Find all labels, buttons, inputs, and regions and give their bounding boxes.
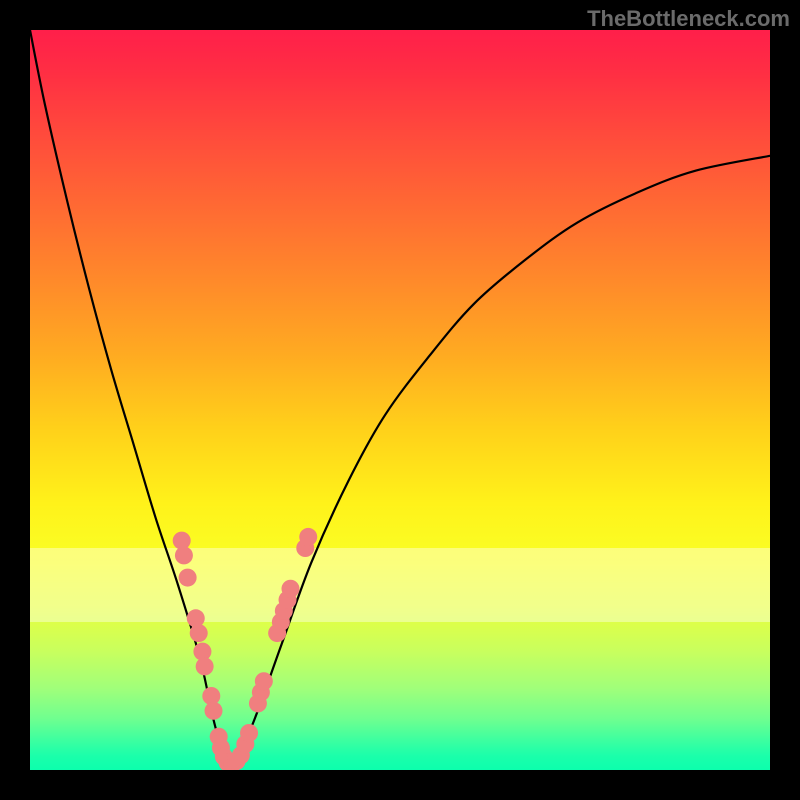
- data-marker: [255, 672, 273, 690]
- data-marker: [179, 569, 197, 587]
- data-marker: [240, 724, 258, 742]
- data-marker: [190, 624, 208, 642]
- data-markers: [173, 528, 318, 770]
- bottleneck-curve: [30, 30, 770, 770]
- chart-frame: TheBottleneck.com: [0, 0, 800, 800]
- data-marker: [205, 702, 223, 720]
- data-marker: [299, 528, 317, 546]
- chart-svg: [30, 30, 770, 770]
- data-marker: [281, 580, 299, 598]
- data-marker: [187, 609, 205, 627]
- plot-area: [30, 30, 770, 770]
- data-marker: [196, 657, 214, 675]
- watermark-text: TheBottleneck.com: [587, 6, 790, 32]
- data-marker: [175, 546, 193, 564]
